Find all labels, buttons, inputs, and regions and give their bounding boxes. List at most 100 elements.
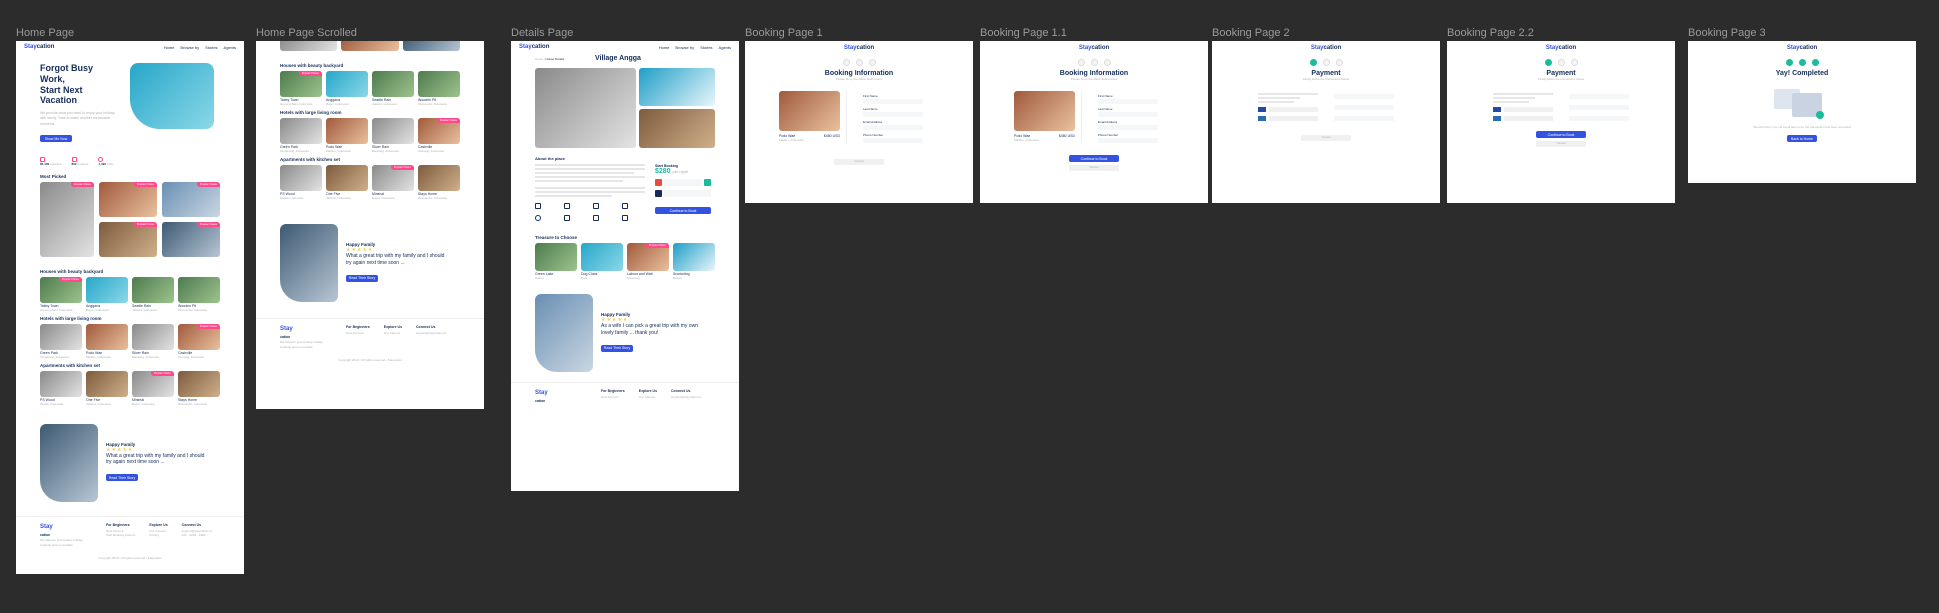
logo[interactable]: Staycation — [1688, 41, 1916, 51]
treasure-card[interactable]: Popular Choice Labour and Wait Shopping — [627, 243, 669, 280]
logo[interactable]: Staycation — [519, 44, 549, 50]
kitchen-card[interactable]: One Five Jakarta, Indonesia — [86, 370, 128, 406]
cancel-button[interactable]: Cancel — [834, 159, 884, 165]
living-card[interactable]: Popular Choice Cashville Kemang, Indonesia — [178, 323, 220, 359]
booking-summary: Podo Wae Madiun, Indonesia $480 USD — [779, 91, 847, 143]
most-picked-card[interactable]: Popular Choice — [40, 181, 94, 257]
phone-field[interactable] — [863, 138, 923, 143]
continue-to-book-button[interactable]: Continue to Book — [655, 207, 711, 214]
step-indicator — [1077, 59, 1085, 66]
living-card[interactable]: Silver Rain Bandung, Indonesia — [372, 118, 414, 153]
read-story-button[interactable]: Read Their Story — [346, 274, 378, 282]
nav-home[interactable]: Home — [659, 45, 670, 50]
living-card[interactable]: Green Park Tangerang, Indonesia — [280, 118, 322, 153]
bank-name-field[interactable] — [1334, 105, 1394, 110]
most-picked-card[interactable] — [341, 41, 399, 51]
step-indicator — [842, 59, 850, 66]
frame-details[interactable]: Staycation Home Browse by Stories Agents… — [511, 41, 739, 491]
read-story-button[interactable]: Read Their Story — [601, 344, 633, 352]
kitchen-card[interactable]: PS Wood Depok, Indonesia — [40, 370, 82, 406]
nav-browse[interactable]: Browse by — [180, 45, 199, 50]
living-card[interactable]: Podo Wae Madiun, Indonesia — [86, 323, 128, 359]
first-name-field[interactable] — [863, 99, 923, 104]
nav-browse[interactable]: Browse by — [675, 45, 694, 50]
backyard-card[interactable]: Wooden Pit Wonosobo, Indonesia — [178, 276, 220, 312]
main-photo[interactable] — [535, 68, 636, 148]
cancel-button[interactable]: Cancel — [1301, 135, 1351, 141]
kitchen-card[interactable]: Popular Choice Minimal Bogor, Indonesia — [372, 165, 414, 200]
email-field[interactable] — [1098, 125, 1158, 130]
treasure-card[interactable]: Dog Clubs Pool — [581, 243, 623, 280]
continue-button[interactable]: Continue to Book — [1536, 131, 1586, 138]
nav-agents[interactable]: Agents — [224, 45, 236, 50]
nav-home[interactable]: Home — [164, 45, 175, 50]
night-stepper[interactable] — [655, 179, 711, 186]
frame-booking-3[interactable]: Staycation Yay! Completed We will inform… — [1688, 41, 1916, 183]
logo[interactable]: Staycation — [745, 41, 973, 51]
nav-stories[interactable]: Stories — [205, 45, 217, 50]
backyard-card[interactable]: Popular Choice Tabby Town Gunung Batu, Ind… — [280, 71, 322, 106]
plus-button[interactable] — [704, 179, 711, 186]
logo[interactable]: Staycation — [1447, 41, 1675, 51]
living-card[interactable]: Popular Choice Cashville Kemang, Indonesia — [418, 118, 460, 153]
living-card[interactable]: Podo Wae Madiun, Indonesia — [326, 118, 368, 153]
backyard-card[interactable]: Seattle Rain Jakarta, Indonesia — [372, 71, 414, 106]
logo[interactable]: Staycation — [980, 41, 1208, 51]
back-home-button[interactable]: Back to Home — [1787, 135, 1817, 142]
secondary-photo[interactable] — [639, 68, 715, 106]
most-picked-card[interactable] — [280, 41, 338, 51]
last-name-field[interactable] — [1098, 112, 1158, 117]
most-picked-card[interactable]: Popular Choice — [162, 181, 220, 217]
first-name-field[interactable] — [1098, 99, 1158, 104]
nav-agents[interactable]: Agents — [719, 45, 731, 50]
frame-booking-2-2[interactable]: Staycation Payment Kindly follow the ins… — [1447, 41, 1675, 203]
last-name-field[interactable] — [863, 112, 923, 117]
living-card[interactable]: Green Park Tangerang, Indonesia — [40, 323, 82, 359]
booking-form: First Name Last Name Email Address Phone… — [1098, 91, 1158, 143]
booking-title: Booking Information — [1059, 70, 1129, 77]
frame-booking-1[interactable]: Staycation Booking Information Please fi… — [745, 41, 973, 203]
backyard-card[interactable]: Anggana Bogor, Indonesia — [86, 276, 128, 312]
show-me-now-button[interactable]: Show Me Now — [40, 135, 72, 143]
backyard-card[interactable]: Anggana Bogor, Indonesia — [326, 71, 368, 106]
frame-home-scrolled[interactable]: Houses with beauty backyard Popular Choi… — [256, 41, 484, 409]
most-picked-card[interactable] — [402, 41, 460, 51]
frame-home[interactable]: Staycation Home Browse by Stories Agents… — [16, 41, 244, 574]
upload-proof-field[interactable] — [1334, 94, 1394, 99]
logo[interactable]: Staycation — [24, 44, 54, 50]
step-done-icon — [1544, 59, 1552, 66]
phone-field[interactable] — [1098, 138, 1158, 143]
backyard-card[interactable]: Seattle Rain Jakarta, Indonesia — [132, 276, 174, 312]
sender-name-field[interactable] — [1334, 116, 1394, 121]
most-picked-card[interactable]: Popular Choice — [99, 221, 157, 257]
minus-button[interactable] — [655, 179, 662, 186]
kitchen-card[interactable]: Stays Home Wonosobo, Indonesia — [178, 370, 220, 406]
cancel-button[interactable]: Cancel — [1536, 141, 1586, 147]
frame-booking-2[interactable]: Staycation Payment Kindly follow the ins… — [1212, 41, 1440, 203]
most-picked-card[interactable]: Popular Choice — [162, 221, 220, 257]
most-picked-card[interactable]: Popular Choice — [99, 181, 157, 217]
upload-proof-field[interactable] — [1569, 94, 1629, 99]
sender-name-field[interactable] — [1569, 116, 1629, 121]
backyard-card[interactable]: Wooden Pit Wonosobo, Indonesia — [418, 71, 460, 106]
nav-stories[interactable]: Stories — [700, 45, 712, 50]
treasure-card[interactable]: Snorkeling Beach — [673, 243, 715, 280]
cancel-button[interactable]: Cancel — [1069, 165, 1119, 171]
breadcrumb[interactable]: Home / House Details — [535, 57, 595, 61]
kitchen-card[interactable]: Stays Home Wonosobo, Indonesia — [418, 165, 460, 200]
logo[interactable]: Staycation — [1212, 41, 1440, 51]
frame-booking-1-1[interactable]: Staycation Booking Information Please fi… — [980, 41, 1208, 203]
continue-button[interactable]: Continue to Book — [1069, 155, 1119, 162]
bank-name-field[interactable] — [1569, 105, 1629, 110]
kitchen-card[interactable]: Popular Choice Minimal Bogor, Indonesia — [132, 370, 174, 406]
kitchen-card[interactable]: One Five Jakarta, Indonesia — [326, 165, 368, 200]
page-title: Village Angga — [595, 55, 641, 62]
backyard-card[interactable]: Popular Choice Tabby Town Gunung Batu, Ind… — [40, 276, 82, 312]
email-field[interactable] — [863, 125, 923, 130]
kitchen-card[interactable]: PS Wood Depok, Indonesia — [280, 165, 322, 200]
treasure-card[interactable]: Green Lake Nature — [535, 243, 577, 280]
date-picker[interactable] — [655, 190, 711, 197]
read-story-button[interactable]: Read Their Story — [106, 474, 138, 482]
living-card[interactable]: Silver Rain Bandung, Indonesia — [132, 323, 174, 359]
secondary-photo[interactable] — [639, 109, 715, 148]
